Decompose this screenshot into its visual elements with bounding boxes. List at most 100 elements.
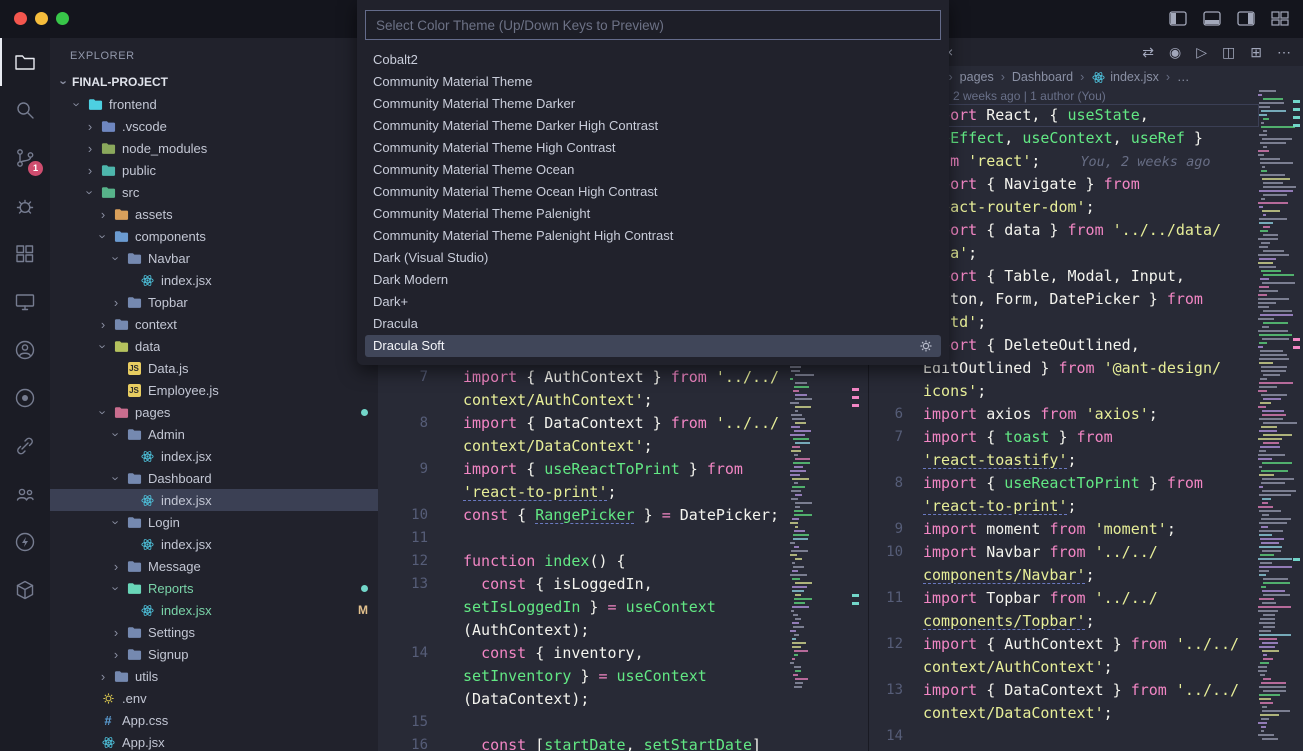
close-button[interactable] (14, 12, 27, 25)
code-line[interactable]: components/Topbar'; (869, 610, 1259, 633)
tree-file-app-jsx[interactable]: App.jsx (50, 731, 378, 751)
toggle-sidebar-right-icon[interactable] (1237, 11, 1255, 26)
code-line[interactable]: 7import { AuthContext } from '../../ (378, 366, 790, 389)
theme-option-community-material-theme-darker-high-contrast[interactable]: Community Material Theme Darker High Con… (365, 115, 941, 137)
theme-option-community-material-theme-palenight-high-contrast[interactable]: Community Material Theme Palenight High … (365, 225, 941, 247)
toggle-sidebar-left-icon[interactable] (1169, 11, 1187, 26)
code-line[interactable]: 10import Navbar from '../../ (869, 541, 1259, 564)
tree-file-index-jsx[interactable]: index.jsx (50, 489, 378, 511)
overview-ruler-right[interactable] (1293, 38, 1301, 751)
theme-option-community-material-theme-high-contrast[interactable]: Community Material Theme High Contrast (365, 137, 941, 159)
tree-folder-settings[interactable]: ›Settings (50, 621, 378, 643)
code-line[interactable]: context/AuthContext'; (869, 656, 1259, 679)
tree-folder-message[interactable]: ›Message (50, 555, 378, 577)
tree-folder-utils[interactable]: ›utils (50, 665, 378, 687)
tree-file-data-js[interactable]: JSData.js (50, 357, 378, 379)
code-line[interactable]: 14 const { inventory, (378, 642, 790, 665)
code-line[interactable]: 9import moment from 'moment'; (869, 518, 1259, 541)
tree-folder-components[interactable]: ›components (50, 225, 378, 247)
source-control-icon[interactable]: 1 (0, 134, 50, 182)
code-line[interactable]: (DataContext); (378, 688, 790, 711)
project-root-row[interactable]: ›FINAL-PROJECT (50, 71, 378, 93)
tree-file-app-css[interactable]: #App.css (50, 709, 378, 731)
breadcrumb-item[interactable]: Dashboard (1012, 70, 1073, 84)
tree-folder-data[interactable]: ›data (50, 335, 378, 357)
code-line[interactable]: 9import { useReactToPrint } from (378, 458, 790, 481)
gitlens-icon[interactable] (0, 374, 50, 422)
live-share-icon[interactable] (0, 326, 50, 374)
thunder-client-icon[interactable] (0, 518, 50, 566)
minimize-button[interactable] (35, 12, 48, 25)
code-line[interactable]: 15 (378, 711, 790, 734)
theme-option-community-material-theme-darker[interactable]: Community Material Theme Darker (365, 93, 941, 115)
code-line[interactable]: icons'; (869, 380, 1259, 403)
code-line[interactable]: 'react-to-print'; (378, 481, 790, 504)
code-line[interactable]: setIsLoggedIn } = useContext (378, 596, 790, 619)
tree-folder-pages[interactable]: ›pages (50, 401, 378, 423)
theme-option-community-material-theme[interactable]: Community Material Theme (365, 71, 941, 93)
split-editor-icon[interactable]: ◫ (1222, 44, 1235, 61)
tree-folder-src[interactable]: ›src (50, 181, 378, 203)
gear-icon[interactable] (919, 339, 933, 353)
tree-folder-login[interactable]: ›Login (50, 511, 378, 533)
code-line[interactable]: 11import Topbar from '../../ (869, 587, 1259, 610)
code-line[interactable]: 'react-toastify'; (869, 449, 1259, 472)
code-line[interactable]: context/DataContext'; (378, 435, 790, 458)
tree-file--env[interactable]: .env (50, 687, 378, 709)
theme-option-community-material-theme-ocean[interactable]: Community Material Theme Ocean (365, 159, 941, 181)
remote-explorer-icon[interactable] (0, 278, 50, 326)
tree-folder--vscode[interactable]: ›.vscode (50, 115, 378, 137)
open-changes-icon[interactable]: ⇄ (1142, 44, 1154, 61)
tree-folder-frontend[interactable]: ›frontend (50, 93, 378, 115)
extensions-icon[interactable] (0, 230, 50, 278)
package-icon[interactable] (0, 566, 50, 614)
run-icon[interactable]: ▷ (1196, 44, 1207, 61)
theme-option-dark-[interactable]: Dark+ (365, 291, 941, 313)
code-line[interactable]: 8import { DataContext } from '../../ (378, 412, 790, 435)
tree-folder-navbar[interactable]: ›Navbar (50, 247, 378, 269)
minimap-right[interactable] (1258, 90, 1298, 751)
code-line[interactable]: 16 const [startDate, setStartDate] (378, 734, 790, 751)
theme-option-cobalt2[interactable]: Cobalt2 (365, 49, 941, 71)
theme-option-community-material-theme-palenight[interactable]: Community Material Theme Palenight (365, 203, 941, 225)
code-line[interactable]: 6import axios from 'axios'; (869, 403, 1259, 426)
theme-option-community-material-theme-ocean-high-contrast[interactable]: Community Material Theme Ocean High Cont… (365, 181, 941, 203)
breadcrumb-item[interactable]: … (1177, 70, 1190, 84)
tree-file-employee-js[interactable]: JSEmployee.js (50, 379, 378, 401)
tree-file-index-jsx[interactable]: index.jsx (50, 445, 378, 467)
code-line[interactable]: components/Navbar'; (869, 564, 1259, 587)
tree-folder-signup[interactable]: ›Signup (50, 643, 378, 665)
search-icon[interactable] (0, 86, 50, 134)
toggle-layout-icon[interactable]: ⊞ (1250, 44, 1262, 61)
code-line[interactable]: 13import { DataContext } from '../../ (869, 679, 1259, 702)
breadcrumb-item[interactable]: pages (960, 70, 994, 84)
toggle-panel-icon[interactable] (1203, 11, 1221, 26)
code-line[interactable]: context/DataContext'; (869, 702, 1259, 725)
code-line[interactable]: 12import { AuthContext } from '../../ (869, 633, 1259, 656)
tree-file-index-jsx[interactable]: index.jsx (50, 533, 378, 555)
code-line[interactable]: 11 (378, 527, 790, 550)
tree-folder-admin[interactable]: ›Admin (50, 423, 378, 445)
theme-option-dark-visual-studio-[interactable]: Dark (Visual Studio) (365, 247, 941, 269)
more-actions-icon[interactable]: ⋯ (1277, 44, 1291, 61)
breadcrumb-item[interactable]: index.jsx (1091, 70, 1159, 85)
tree-folder-topbar[interactable]: ›Topbar (50, 291, 378, 313)
code-line[interactable]: 14 (869, 725, 1259, 748)
tree-folder-public[interactable]: ›public (50, 159, 378, 181)
tree-folder-reports[interactable]: ›Reports (50, 577, 378, 599)
links-icon[interactable] (0, 422, 50, 470)
theme-option-dark-modern[interactable]: Dark Modern (365, 269, 941, 291)
code-line[interactable]: 'react-to-print'; (869, 495, 1259, 518)
theme-option-dracula[interactable]: Dracula (365, 313, 941, 335)
zoom-button[interactable] (56, 12, 69, 25)
tree-file-index-jsx[interactable]: index.jsxM (50, 599, 378, 621)
code-line[interactable]: (AuthContext); (378, 619, 790, 642)
customize-layout-icon[interactable] (1271, 11, 1289, 26)
tree-folder-dashboard[interactable]: ›Dashboard (50, 467, 378, 489)
code-line[interactable]: 13 const { isLoggedIn, (378, 573, 790, 596)
tree-file-index-jsx[interactable]: index.jsx (50, 269, 378, 291)
theme-search-input[interactable] (365, 10, 941, 40)
tree-folder-assets[interactable]: ›assets (50, 203, 378, 225)
explorer-icon[interactable] (0, 38, 50, 86)
code-line[interactable]: 10const { RangePicker } = DatePicker; (378, 504, 790, 527)
